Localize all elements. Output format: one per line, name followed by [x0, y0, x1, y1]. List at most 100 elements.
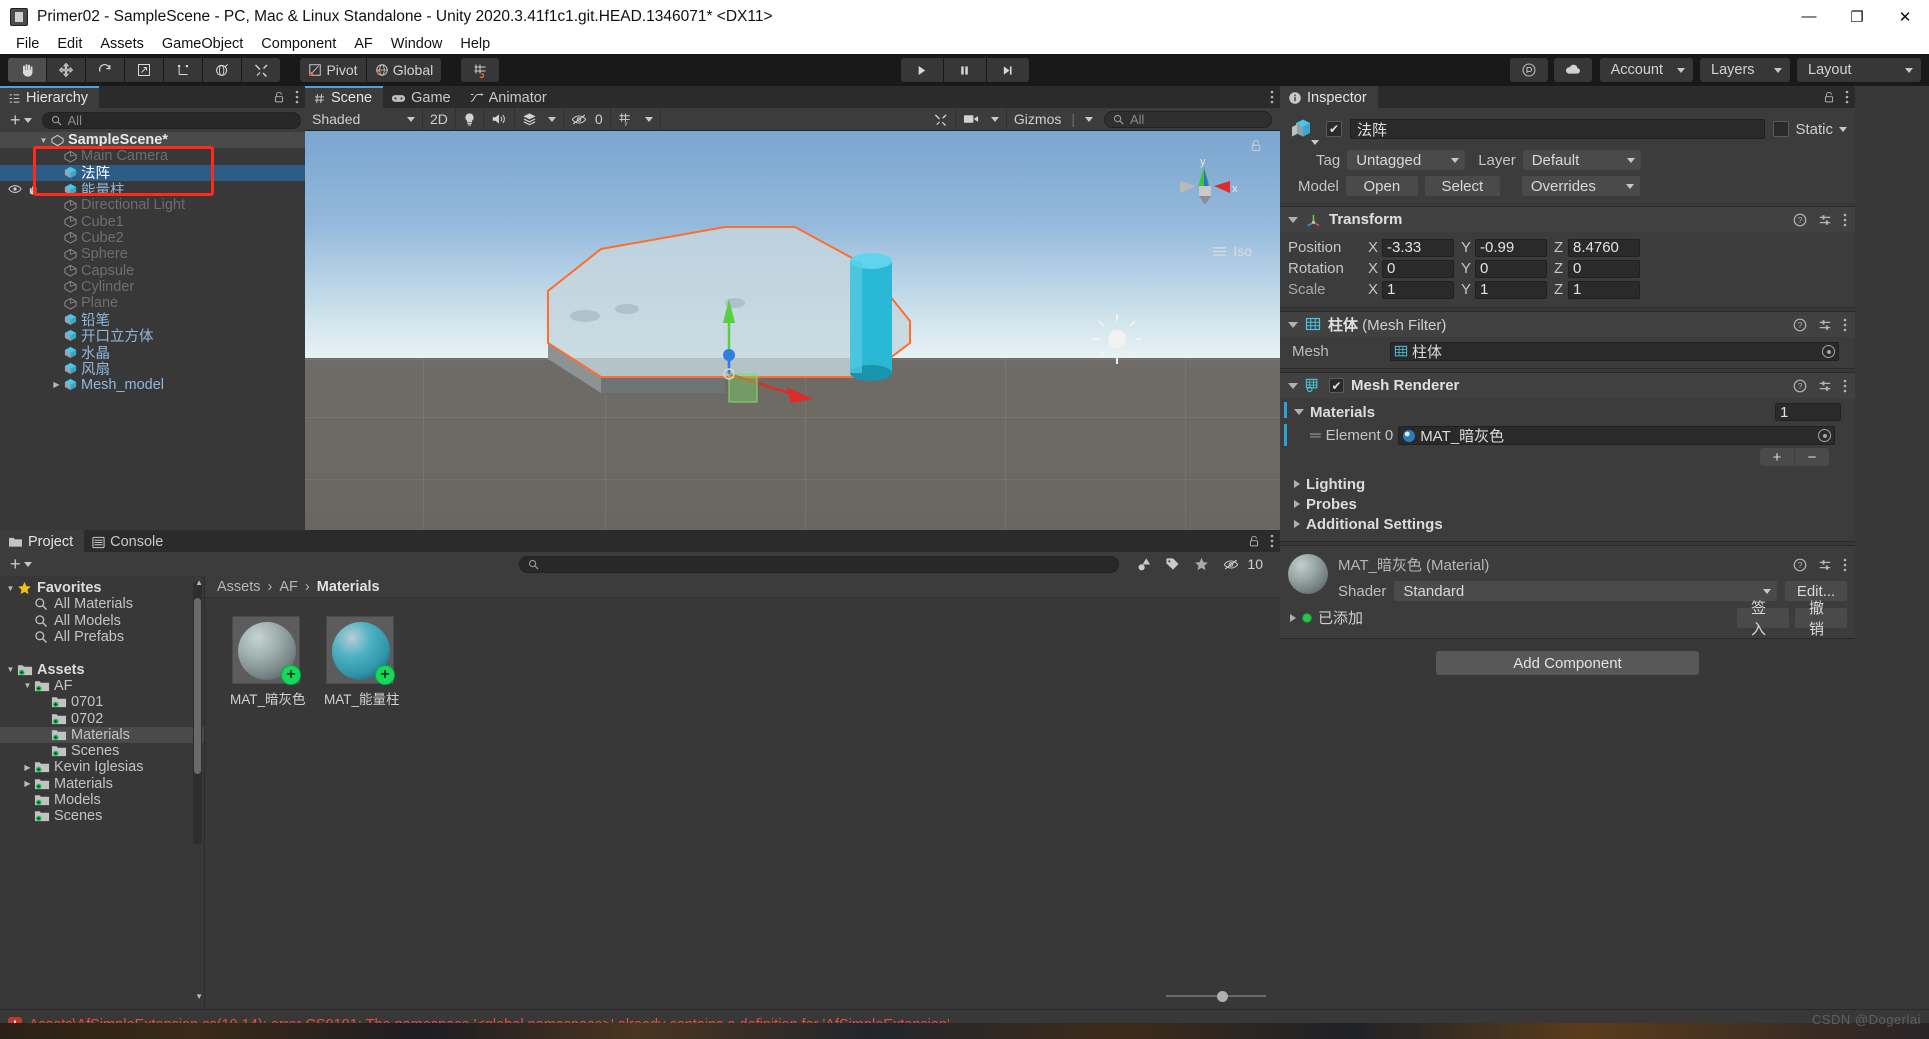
- hierarchy-item-5[interactable]: Cube2: [0, 230, 305, 246]
- scroll-up-arrow[interactable]: ▲: [195, 578, 203, 587]
- global-toggle-button[interactable]: Global: [367, 58, 441, 82]
- hierarchy-item-8[interactable]: Cylinder: [0, 279, 305, 295]
- menu-help[interactable]: Help: [451, 35, 499, 53]
- chevron-down-icon[interactable]: [1288, 382, 1298, 389]
- chevron-down-icon[interactable]: [644, 116, 653, 122]
- collab-icon[interactable]: [1509, 58, 1548, 82]
- scene-search-input[interactable]: All: [1104, 110, 1272, 128]
- help-icon[interactable]: ?: [1793, 213, 1807, 227]
- project-tree-item-1[interactable]: All Materials: [0, 596, 204, 612]
- chevron-down-icon[interactable]: [547, 116, 556, 122]
- menu-af[interactable]: AF: [345, 35, 382, 53]
- hierarchy-item-7[interactable]: Capsule: [0, 262, 305, 279]
- scene-viewport[interactable]: y x Iso: [305, 131, 1280, 530]
- cloud-icon[interactable]: [1553, 58, 1592, 82]
- help-icon[interactable]: ?: [1793, 318, 1807, 332]
- asset-size-slider[interactable]: [1166, 990, 1266, 1002]
- more-menu-icon[interactable]: [1843, 318, 1847, 332]
- chevron-down-icon[interactable]: [1311, 140, 1319, 145]
- close-button[interactable]: ✕: [1881, 0, 1929, 33]
- project-tree-item-8[interactable]: 0702: [0, 710, 204, 727]
- project-tree-item-10[interactable]: Scenes: [0, 743, 204, 759]
- grid-snapping-button[interactable]: [461, 58, 499, 82]
- lock-icon[interactable]: [1248, 535, 1260, 548]
- scene-lighting-button[interactable]: [456, 107, 484, 131]
- project-tree-item-5[interactable]: ▼ Assets: [0, 661, 204, 678]
- mesh-filter-header[interactable]: 柱体 (Mesh Filter) ?: [1280, 312, 1855, 337]
- tab-game[interactable]: Game: [383, 86, 462, 108]
- element0-object-field[interactable]: MAT_暗灰色: [1398, 426, 1835, 445]
- overrides-dropdown[interactable]: Overrides: [1521, 176, 1640, 196]
- slider-knob[interactable]: [1217, 990, 1228, 1002]
- create-asset-button[interactable]: +: [4, 555, 38, 573]
- hierarchy-item-13[interactable]: 风扇: [0, 360, 305, 378]
- chevron-down-icon[interactable]: ▼: [21, 681, 34, 690]
- additional-settings-foldout[interactable]: Additional Settings: [1286, 514, 1847, 534]
- tag-dropdown[interactable]: Untagged: [1347, 150, 1466, 170]
- asset-item[interactable]: + MAT_能量柱: [324, 616, 400, 708]
- scroll-down-arrow[interactable]: ▼: [195, 992, 203, 1001]
- custom-editor-tool-button[interactable]: [242, 58, 280, 82]
- hand-tool-button[interactable]: [8, 58, 46, 82]
- drag-handle-icon[interactable]: ═: [1310, 427, 1321, 444]
- checkin-button[interactable]: 签入: [1737, 600, 1789, 638]
- scale-x-field[interactable]: 1: [1382, 280, 1454, 299]
- menu-file[interactable]: File: [7, 35, 48, 53]
- add-material-button[interactable]: +: [1760, 448, 1794, 466]
- project-tree-item-12[interactable]: ▶ Materials: [0, 776, 204, 792]
- object-picker-button[interactable]: [1822, 345, 1835, 358]
- tab-project[interactable]: Project: [0, 530, 85, 552]
- layout-dropdown[interactable]: Layout: [1797, 58, 1921, 82]
- chevron-down-icon[interactable]: [1288, 321, 1298, 328]
- step-button[interactable]: [986, 58, 1029, 82]
- layer-dropdown[interactable]: Default: [1522, 150, 1641, 170]
- hierarchy-search-input[interactable]: All: [41, 111, 301, 129]
- filter-by-type-button[interactable]: [1129, 553, 1158, 576]
- project-tree-item-9[interactable]: Materials: [0, 726, 204, 743]
- hierarchy-tree[interactable]: ▼ SampleScene* Main Camera 法阵 能量柱 Direction…: [0, 132, 305, 528]
- chevron-down-icon[interactable]: [1288, 216, 1298, 223]
- rotate-tool-button[interactable]: [86, 58, 124, 82]
- position-x-field[interactable]: -3.33: [1382, 238, 1454, 257]
- menu-component[interactable]: Component: [252, 35, 345, 53]
- asset-item[interactable]: + MAT_暗灰色: [230, 616, 306, 708]
- project-tree-item-0[interactable]: ▼ Favorites: [0, 580, 204, 596]
- menu-gameobject[interactable]: GameObject: [153, 35, 252, 53]
- more-menu-icon[interactable]: [1845, 90, 1849, 104]
- toggle-2d-button[interactable]: 2D: [423, 107, 456, 131]
- hierarchy-item-9[interactable]: Plane: [0, 295, 305, 311]
- chevron-down-icon[interactable]: [990, 116, 999, 122]
- more-menu-icon[interactable]: [1843, 213, 1847, 227]
- chevron-down-icon[interactable]: [1839, 126, 1847, 132]
- object-enabled-checkbox[interactable]: [1326, 121, 1342, 137]
- more-menu-icon[interactable]: [1270, 534, 1274, 548]
- static-checkbox[interactable]: [1773, 121, 1790, 137]
- scene-camera-button[interactable]: [956, 107, 1007, 131]
- project-tree-item-13[interactable]: Models: [0, 792, 204, 808]
- more-menu-icon[interactable]: [1270, 90, 1274, 104]
- hierarchy-item-2[interactable]: 能量柱: [0, 181, 305, 199]
- preset-icon[interactable]: [1818, 379, 1832, 393]
- hierarchy-scene-row[interactable]: ▼ SampleScene*: [0, 132, 305, 149]
- move-tool-button[interactable]: [47, 58, 85, 82]
- pause-button[interactable]: [943, 58, 986, 82]
- revert-button[interactable]: 撤销: [1795, 600, 1847, 638]
- hierarchy-item-12[interactable]: 水晶: [0, 344, 305, 362]
- lock-icon[interactable]: [1823, 91, 1835, 104]
- position-z-field[interactable]: 8.4760: [1568, 238, 1640, 257]
- hierarchy-item-3[interactable]: Directional Light: [0, 197, 305, 213]
- favorites-button[interactable]: [1187, 553, 1216, 576]
- project-search-input[interactable]: [519, 555, 1120, 573]
- chevron-right-icon[interactable]: ▶: [21, 779, 34, 788]
- scale-tool-button[interactable]: [125, 58, 163, 82]
- shader-dropdown[interactable]: Standard: [1394, 581, 1777, 601]
- scene-tools-button[interactable]: [926, 107, 956, 131]
- transform-header[interactable]: Transform ?: [1280, 207, 1855, 232]
- project-tree-item-7[interactable]: 0701: [0, 694, 204, 710]
- hierarchy-item-14[interactable]: ▶ Mesh_model: [0, 376, 305, 393]
- gizmos-dropdown[interactable]: Gizmos |: [1007, 108, 1100, 131]
- scale-y-field[interactable]: 1: [1475, 280, 1547, 299]
- help-icon[interactable]: ?: [1793, 558, 1807, 572]
- breadcrumb-materials[interactable]: Materials: [317, 579, 380, 595]
- rect-tool-button[interactable]: [164, 58, 202, 82]
